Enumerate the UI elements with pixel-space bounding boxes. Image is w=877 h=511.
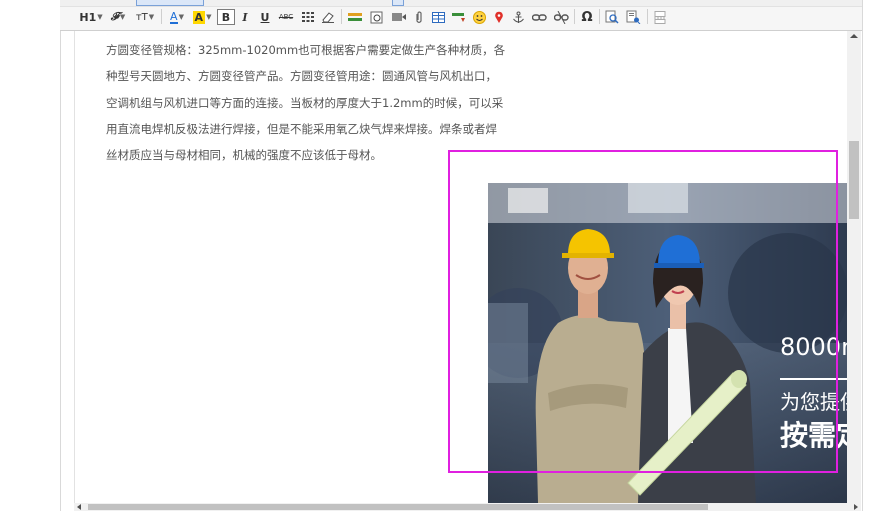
strikethrough-button[interactable]: ABC bbox=[277, 8, 295, 26]
insert-image-button[interactable] bbox=[368, 8, 386, 26]
insert-table-button[interactable] bbox=[430, 8, 446, 26]
image-icon bbox=[370, 11, 383, 23]
table-grid-icon bbox=[302, 12, 314, 22]
banner-text-line1: 8000m bbox=[780, 333, 847, 361]
scroll-right-arrow-icon[interactable] bbox=[854, 504, 858, 510]
font-size-label: тT bbox=[135, 11, 148, 23]
unlink-icon bbox=[553, 10, 569, 24]
font-color-label: A bbox=[170, 9, 178, 24]
attachment-button[interactable] bbox=[412, 8, 426, 26]
font-size-button[interactable]: тT ▼ bbox=[134, 8, 156, 26]
font-family-button[interactable]: 𝓕 ▼ bbox=[108, 8, 128, 26]
table-grid-button[interactable] bbox=[300, 8, 316, 26]
eraser-button[interactable] bbox=[320, 8, 336, 26]
preview-button[interactable] bbox=[624, 8, 642, 26]
vertical-scroll-thumb[interactable] bbox=[849, 141, 859, 219]
insert-video-button[interactable] bbox=[390, 8, 408, 26]
special-char-button[interactable]: Ω bbox=[579, 8, 595, 26]
page-break-icon bbox=[654, 10, 666, 24]
insert-rule-button[interactable] bbox=[346, 8, 364, 26]
toolbar-separator bbox=[574, 9, 575, 24]
toolbar-top-strip bbox=[60, 0, 862, 7]
chevron-down-icon: ▼ bbox=[97, 13, 103, 21]
banner-text-line2: 为您提供 bbox=[780, 390, 847, 414]
paragraph-line: 种型号天圆地方、方圆变径管产品。方圆变径管用途：圆通风管与风机出口， bbox=[106, 69, 497, 83]
eraser-icon bbox=[322, 12, 334, 23]
scroll-left-arrow-icon[interactable] bbox=[77, 504, 81, 510]
bold-label: B bbox=[221, 10, 231, 24]
horizontal-rule-icon bbox=[348, 13, 362, 21]
find-replace-button[interactable] bbox=[604, 8, 620, 26]
chevron-down-icon: ▼ bbox=[178, 13, 184, 21]
right-gutter bbox=[862, 0, 877, 511]
underline-label: U bbox=[260, 10, 270, 24]
banner-text-line3: 按需定 bbox=[780, 419, 847, 452]
paragraph-line: 空调机组与风机进口等方面的连接。当板材的厚度大于1.2mm的时候，可以采 bbox=[106, 96, 504, 110]
heading-button[interactable]: H1 ▼ bbox=[79, 8, 103, 26]
video-icon bbox=[392, 13, 406, 21]
page-break-button[interactable] bbox=[652, 8, 668, 26]
vertical-scrollbar[interactable] bbox=[847, 31, 861, 503]
emoticon-button[interactable] bbox=[471, 8, 487, 26]
unlink-button[interactable] bbox=[552, 8, 570, 26]
workers-banner-image: 8000m 为您提供 按需定 bbox=[488, 183, 847, 503]
embedded-photo[interactable]: 8000m 为您提供 按需定 bbox=[488, 183, 847, 503]
paragraph-line: 丝材质应当与母材相同，机械的强度不应该低于母材。 bbox=[106, 148, 382, 162]
code-insert-icon bbox=[451, 12, 465, 22]
scroll-up-arrow-icon[interactable] bbox=[850, 34, 858, 38]
smiley-icon bbox=[472, 10, 486, 24]
format-dropdown-stub[interactable] bbox=[136, 0, 204, 6]
link-button[interactable] bbox=[530, 8, 548, 26]
paragraph-line: 用直流电焊机反极法进行焊接，但是不能采用氧乙炔气焊来焊接。焊条或者焊 bbox=[106, 122, 497, 136]
omega-label: Ω bbox=[581, 9, 593, 25]
editor-content-area[interactable]: 方圆变径管规格：325mm-1020mm也可根据客户需要定做生产各种材质，各 种… bbox=[74, 31, 847, 503]
map-button[interactable] bbox=[492, 8, 506, 26]
table-icon bbox=[431, 11, 445, 23]
link-icon bbox=[531, 13, 547, 21]
preview-icon bbox=[626, 10, 640, 24]
toolbar-separator bbox=[341, 9, 342, 24]
search-document-icon bbox=[605, 10, 619, 24]
insert-code-button[interactable] bbox=[450, 8, 468, 26]
anchor-button[interactable] bbox=[510, 8, 526, 26]
italic-label: I bbox=[242, 10, 248, 24]
highlight-color-button[interactable]: A ▼ bbox=[191, 8, 213, 26]
toolbar-button-stub[interactable] bbox=[392, 0, 404, 6]
chevron-down-icon: ▼ bbox=[206, 13, 212, 21]
toolbar-separator bbox=[599, 9, 600, 24]
editor-toolbar: H1 ▼ 𝓕 ▼ тT ▼ A ▼ A ▼ B I U ABC Ω bbox=[60, 0, 862, 31]
font-family-label: 𝓕 bbox=[110, 10, 119, 23]
left-gutter bbox=[0, 0, 61, 511]
toolbar-separator bbox=[161, 9, 162, 24]
map-pin-icon bbox=[495, 11, 503, 23]
toolbar-separator bbox=[647, 9, 648, 24]
horizontal-scrollbar[interactable] bbox=[74, 503, 861, 511]
highlight-label: A bbox=[192, 10, 206, 24]
paragraph-line: 方圆变径管规格：325mm-1020mm也可根据客户需要定做生产各种材质，各 bbox=[106, 43, 506, 57]
horizontal-scroll-thumb[interactable] bbox=[88, 504, 708, 510]
chevron-down-icon: ▼ bbox=[148, 13, 155, 21]
italic-button[interactable]: I bbox=[238, 8, 252, 26]
underline-button[interactable]: U bbox=[258, 8, 272, 26]
heading-label: H1 bbox=[79, 10, 97, 24]
bold-button[interactable]: B bbox=[217, 9, 235, 25]
chevron-down-icon: ▼ bbox=[119, 13, 126, 21]
anchor-icon bbox=[512, 11, 524, 23]
font-color-button[interactable]: A ▼ bbox=[167, 8, 187, 26]
paperclip-icon bbox=[416, 10, 422, 23]
strikethrough-label: ABC bbox=[278, 13, 294, 21]
